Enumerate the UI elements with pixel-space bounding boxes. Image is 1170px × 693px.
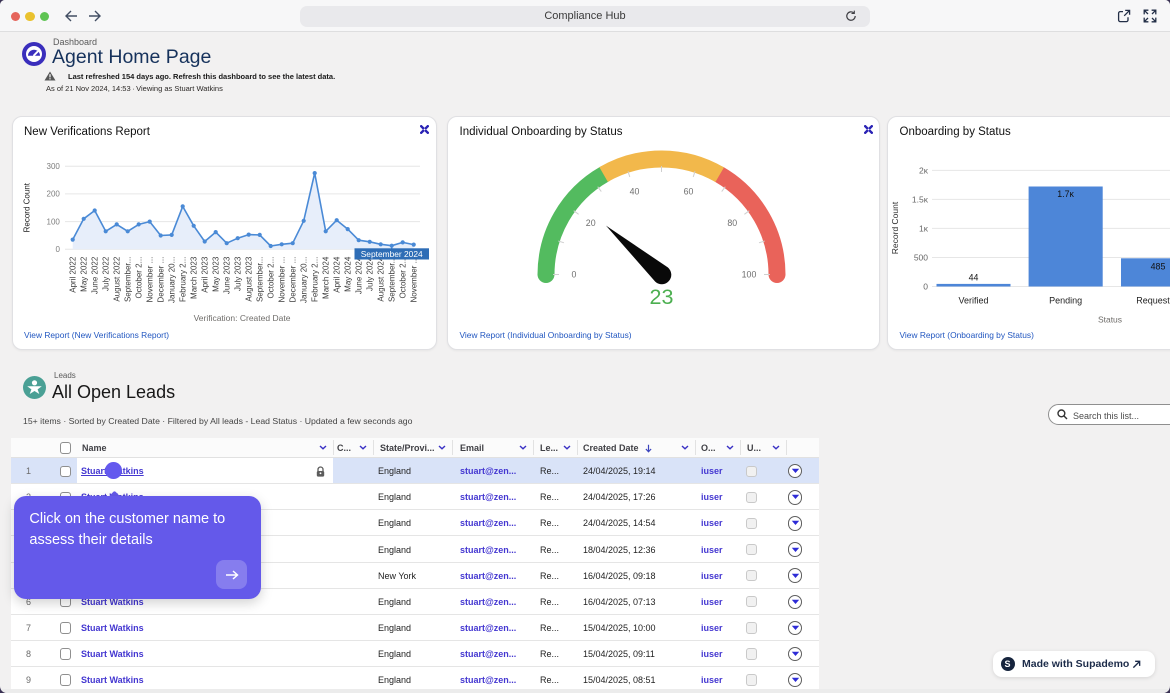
svg-text:500: 500 (914, 253, 928, 263)
svg-text:November ...: November ... (277, 257, 286, 303)
svg-text:January 20...: January 20... (299, 257, 308, 303)
svg-text:May 2022: May 2022 (79, 256, 88, 292)
svg-text:September...: September... (123, 257, 132, 302)
svg-text:0: 0 (572, 270, 577, 280)
svg-text:December ...: December ... (156, 257, 165, 303)
svg-text:August 2024: August 2024 (376, 256, 385, 301)
svg-text:Record Count: Record Count (22, 182, 31, 232)
svg-text:44: 44 (969, 273, 979, 283)
svg-text:Pending: Pending (1049, 296, 1082, 306)
svg-text:March 2023: March 2023 (189, 256, 198, 299)
svg-text:February 2...: February 2... (310, 257, 319, 302)
svg-text:485: 485 (1151, 262, 1166, 272)
svg-text:July 2022: July 2022 (101, 256, 110, 291)
svg-text:Verified: Verified (958, 296, 988, 306)
svg-text:November ...: November ... (145, 257, 154, 303)
svg-text:June 2022: June 2022 (90, 256, 99, 294)
svg-text:Status: Status (1098, 315, 1122, 325)
svg-text:January 20...: January 20... (167, 257, 176, 303)
svg-text:40: 40 (630, 186, 640, 196)
svg-text:October 2...: October 2... (266, 257, 275, 299)
svg-text:Record Count: Record Count (890, 201, 900, 254)
svg-text:April 2023: April 2023 (200, 256, 209, 293)
svg-text:100: 100 (46, 217, 60, 226)
svg-text:September...: September... (387, 257, 396, 302)
svg-text:July 2024: July 2024 (365, 256, 374, 291)
svg-text:0: 0 (923, 282, 928, 292)
svg-text:May 2024: May 2024 (343, 256, 352, 292)
svg-text:200: 200 (46, 190, 60, 199)
svg-text:November ...: November ... (409, 257, 418, 303)
svg-text:October 2...: October 2... (398, 257, 407, 299)
svg-text:July 2023: July 2023 (233, 256, 242, 291)
svg-text:August 2022: August 2022 (112, 256, 121, 301)
svg-text:Verification: Created Date: Verification: Created Date (193, 313, 290, 323)
svg-text:1κ: 1κ (919, 223, 929, 233)
svg-text:100: 100 (742, 270, 757, 280)
svg-text:September...: September... (255, 257, 264, 302)
svg-text:May 2023: May 2023 (211, 256, 220, 292)
svg-text:1.5κ: 1.5κ (912, 194, 929, 204)
svg-text:October 2...: October 2... (134, 257, 143, 299)
svg-text:June 2023: June 2023 (222, 256, 231, 294)
svg-text:September 2024: September 2024 (360, 249, 422, 259)
svg-text:20: 20 (586, 218, 596, 228)
svg-text:1.7κ: 1.7κ (1057, 189, 1074, 199)
svg-text:February 2...: February 2... (178, 257, 187, 302)
svg-text:August 2023: August 2023 (244, 256, 253, 301)
svg-text:2κ: 2κ (919, 165, 929, 175)
svg-text:300: 300 (46, 162, 60, 171)
svg-text:23: 23 (650, 285, 674, 309)
svg-text:March 2024: March 2024 (321, 256, 330, 299)
svg-text:April 2024: April 2024 (332, 256, 341, 293)
svg-text:60: 60 (684, 186, 694, 196)
svg-text:June 2024: June 2024 (354, 256, 363, 294)
svg-text:Requested: Requested (1136, 296, 1170, 306)
svg-text:80: 80 (727, 218, 737, 228)
svg-text:December ...: December ... (288, 257, 297, 303)
svg-text:April 2022: April 2022 (68, 256, 77, 293)
svg-text:0: 0 (55, 245, 60, 254)
